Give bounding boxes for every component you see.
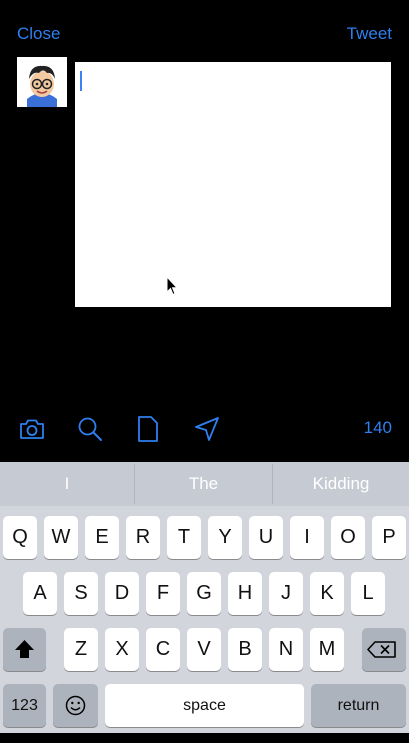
avatar [17, 57, 67, 107]
key-i[interactable]: I [290, 516, 324, 559]
key-o[interactable]: O [331, 516, 365, 559]
tweet-compose-field[interactable] [75, 62, 391, 307]
key-e[interactable]: E [85, 516, 119, 559]
emoji-key[interactable] [53, 684, 98, 727]
key-f[interactable]: F [146, 572, 180, 615]
key-w[interactable]: W [44, 516, 78, 559]
mouse-pointer-icon [166, 276, 179, 296]
numbers-key[interactable]: 123 [3, 684, 46, 727]
location-icon[interactable] [192, 414, 222, 444]
key-z[interactable]: Z [64, 628, 98, 671]
shift-key[interactable] [3, 628, 46, 671]
document-icon[interactable] [133, 414, 163, 444]
key-m[interactable]: M [310, 628, 344, 671]
backspace-key[interactable] [362, 628, 406, 671]
close-button[interactable]: Close [17, 24, 60, 44]
key-q[interactable]: Q [3, 516, 37, 559]
key-p[interactable]: P [372, 516, 406, 559]
key-v[interactable]: V [187, 628, 221, 671]
key-u[interactable]: U [249, 516, 283, 559]
tweet-button[interactable]: Tweet [347, 24, 392, 44]
shift-icon [15, 640, 34, 658]
camera-icon[interactable] [17, 414, 47, 444]
key-j[interactable]: J [269, 572, 303, 615]
suggestion-3[interactable]: Kidding [273, 462, 409, 506]
key-b[interactable]: B [228, 628, 262, 671]
emoji-icon [65, 695, 86, 716]
suggestion-bar: I The Kidding [0, 462, 409, 506]
key-y[interactable]: Y [208, 516, 242, 559]
key-n[interactable]: N [269, 628, 303, 671]
key-a[interactable]: A [23, 572, 57, 615]
character-count: 140 [363, 418, 392, 437]
key-c[interactable]: C [146, 628, 180, 671]
suggestion-1[interactable]: I [0, 462, 134, 506]
backspace-icon [367, 641, 396, 658]
key-t[interactable]: T [167, 516, 201, 559]
keyboard: I The Kidding Q W E R T Y U I O P A S D … [0, 462, 409, 733]
key-x[interactable]: X [105, 628, 139, 671]
search-icon[interactable] [75, 414, 105, 444]
key-s[interactable]: S [64, 572, 98, 615]
avatar-image [17, 57, 67, 107]
text-caret [80, 71, 82, 91]
key-h[interactable]: H [228, 572, 262, 615]
key-g[interactable]: G [187, 572, 221, 615]
suggestion-2[interactable]: The [135, 462, 272, 506]
key-r[interactable]: R [126, 516, 160, 559]
key-k[interactable]: K [310, 572, 344, 615]
return-key[interactable]: return [311, 684, 406, 727]
key-l[interactable]: L [351, 572, 385, 615]
key-d[interactable]: D [105, 572, 139, 615]
space-key[interactable]: space [105, 684, 304, 727]
